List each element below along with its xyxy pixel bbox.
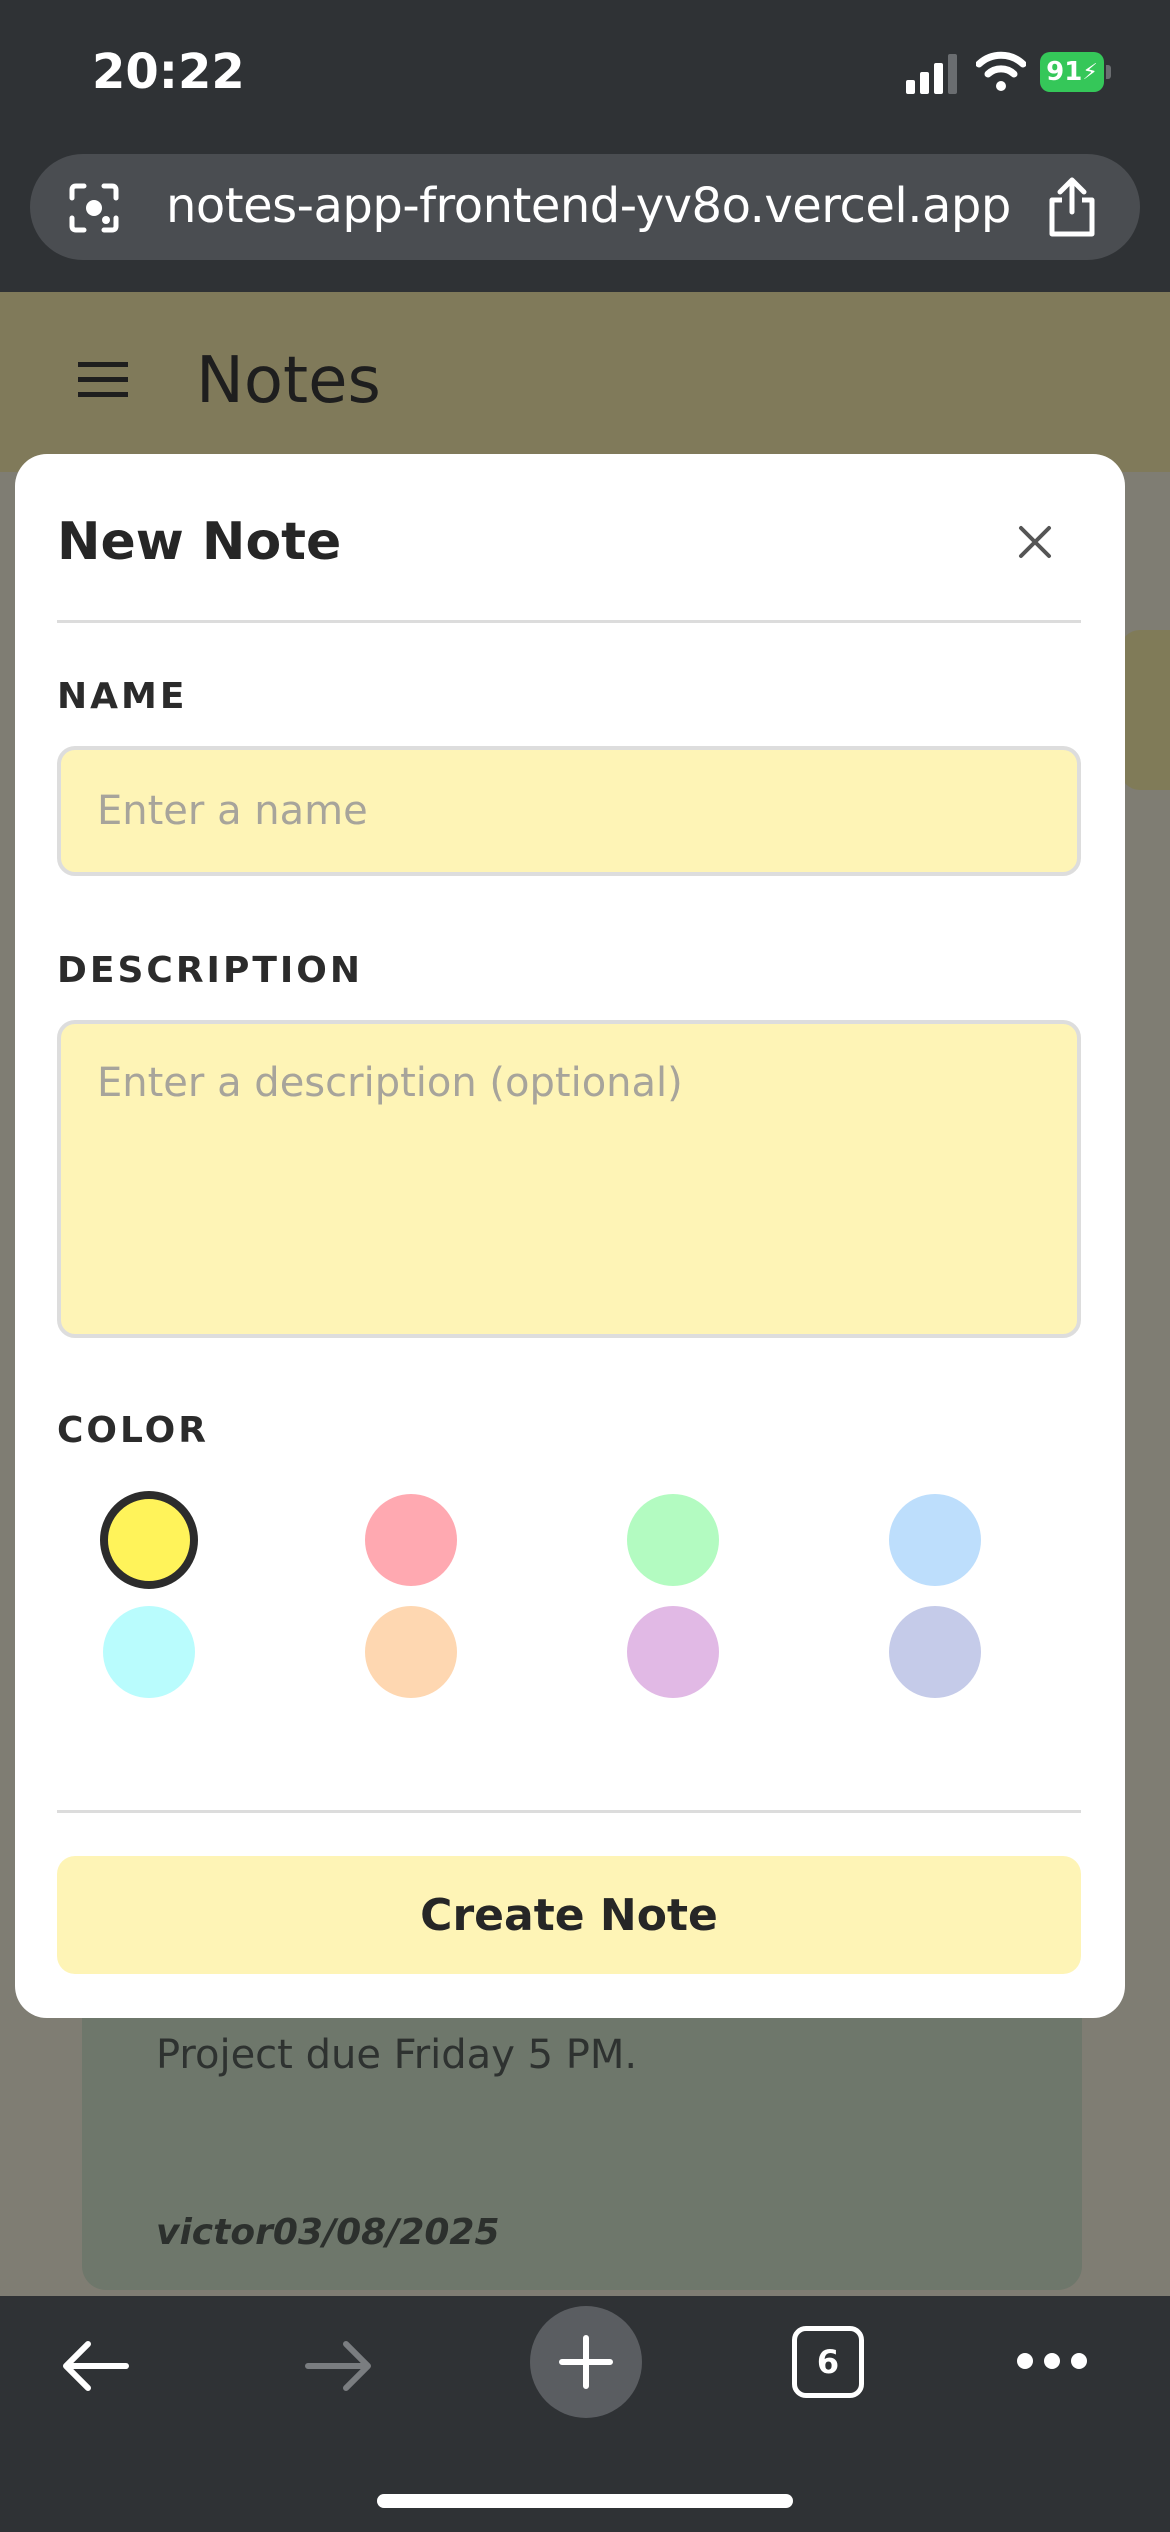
- forward-arrow-icon[interactable]: [304, 2340, 374, 2392]
- wifi-icon: [976, 51, 1026, 91]
- more-options-icon[interactable]: [1016, 2350, 1088, 2372]
- new-note-modal: New Note NAME Enter a name DESCRIPTION E…: [15, 454, 1125, 2018]
- description-label: DESCRIPTION: [57, 950, 364, 991]
- app-title: Notes: [196, 344, 381, 418]
- background-note-meta: victor03/08/2025: [156, 2212, 500, 2253]
- color-swatch[interactable]: [627, 1606, 719, 1698]
- battery-level: 91: [1046, 57, 1083, 87]
- url-text[interactable]: notes-app-frontend-yv8o.vercel.app: [166, 178, 1011, 234]
- status-time: 20:22: [92, 44, 245, 100]
- color-swatch[interactable]: [365, 1494, 457, 1586]
- color-swatch[interactable]: [889, 1606, 981, 1698]
- plus-icon: [559, 2335, 613, 2389]
- lens-search-icon[interactable]: [66, 180, 122, 236]
- home-indicator: [377, 2494, 793, 2508]
- background-note-card: [1120, 630, 1170, 790]
- color-swatch[interactable]: [100, 1491, 198, 1589]
- tabs-button[interactable]: 6: [792, 2326, 864, 2398]
- hamburger-menu-icon[interactable]: [78, 360, 128, 400]
- back-arrow-icon[interactable]: [60, 2340, 130, 2392]
- share-icon[interactable]: [1044, 176, 1100, 238]
- color-swatch[interactable]: [889, 1494, 981, 1586]
- app-header: [0, 292, 1170, 472]
- new-tab-button[interactable]: [530, 2306, 642, 2418]
- modal-header-divider: [57, 620, 1081, 623]
- description-placeholder: Enter a description (optional): [97, 1060, 683, 1106]
- status-bar: 20:22 91 ⚡: [0, 0, 1170, 150]
- color-label: COLOR: [57, 1410, 210, 1451]
- close-icon[interactable]: [1015, 522, 1055, 562]
- name-label: NAME: [57, 676, 188, 717]
- color-swatch[interactable]: [103, 1606, 195, 1698]
- create-note-button[interactable]: Create Note: [57, 1856, 1081, 1974]
- description-input[interactable]: Enter a description (optional): [57, 1020, 1081, 1338]
- color-swatch[interactable]: [365, 1606, 457, 1698]
- browser-address-area: notes-app-frontend-yv8o.vercel.app: [0, 150, 1170, 292]
- cellular-signal-icon: [906, 54, 957, 94]
- color-swatch[interactable]: [627, 1494, 719, 1586]
- name-placeholder: Enter a name: [97, 788, 368, 834]
- background-note-text: Project due Friday 5 PM.: [156, 2032, 638, 2078]
- modal-footer-divider: [57, 1810, 1081, 1813]
- name-input[interactable]: Enter a name: [57, 746, 1081, 876]
- color-picker: [57, 1491, 1081, 1714]
- modal-title: New Note: [57, 512, 342, 572]
- battery-icon: 91 ⚡: [1040, 52, 1111, 92]
- address-bar[interactable]: notes-app-frontend-yv8o.vercel.app: [30, 154, 1140, 260]
